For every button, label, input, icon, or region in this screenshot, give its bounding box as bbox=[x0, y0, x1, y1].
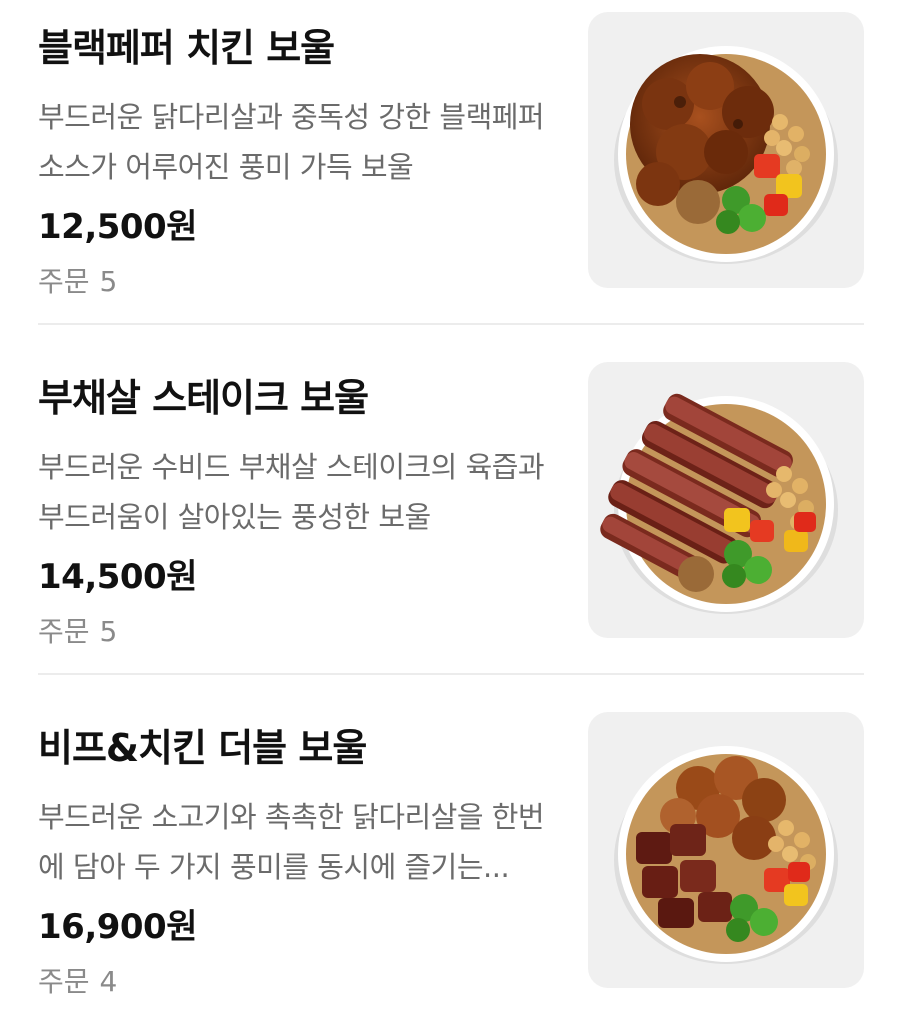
chicken-bowl-image[interactable] bbox=[588, 12, 864, 288]
menu-item-beef-chicken-double-bowl[interactable]: 비프&치킨 더블 보울 부드러운 소고기와 촉촉한 닭다리살을 한번에 담아 두… bbox=[0, 700, 900, 1000]
menu-item-text: 비프&치킨 더블 보울 부드러운 소고기와 촉촉한 닭다리살을 한번에 담아 두… bbox=[38, 720, 548, 1004]
menu-item-title: 부채살 스테이크 보울 bbox=[38, 376, 369, 420]
orders-count: 5 bbox=[99, 265, 118, 298]
steak-bowl-image[interactable] bbox=[588, 362, 864, 638]
menu-item-orders: 주문 5 bbox=[38, 610, 548, 654]
menu-item-price: 12,500원 bbox=[38, 207, 197, 247]
menu-item-description: 부드러운 수비드 부채살 스테이크의 육즙과 부드러움이 살아있는 풍성한 보울 bbox=[38, 450, 545, 534]
orders-label: 주문 bbox=[38, 965, 90, 998]
menu-item-flat-iron-steak-bowl[interactable]: 부채살 스테이크 보울 부드러운 수비드 부채살 스테이크의 육즙과 부드러움이… bbox=[0, 350, 900, 650]
menu-item-description: 부드러운 닭다리살과 중독성 강한 블랙페퍼 소스가 어루어진 풍미 가득 보울 bbox=[38, 100, 545, 184]
beef-chicken-bowl-image[interactable] bbox=[588, 712, 864, 988]
menu-item-black-pepper-chicken-bowl[interactable]: 블랙페퍼 치킨 보울 부드러운 닭다리살과 중독성 강한 블랙페퍼 소스가 어루… bbox=[0, 0, 900, 300]
menu-item-orders: 주문 4 bbox=[38, 960, 548, 1004]
menu-item-title: 블랙페퍼 치킨 보울 bbox=[38, 26, 335, 70]
menu-item-price: 14,500원 bbox=[38, 557, 197, 597]
menu-item-price: 16,900원 bbox=[38, 907, 197, 947]
orders-count: 4 bbox=[99, 965, 118, 998]
orders-label: 주문 bbox=[38, 265, 90, 298]
menu-item-text: 부채살 스테이크 보울 부드러운 수비드 부채살 스테이크의 육즙과 부드러움이… bbox=[38, 370, 548, 654]
orders-label: 주문 bbox=[38, 615, 90, 648]
divider bbox=[38, 673, 864, 675]
menu-item-text: 블랙페퍼 치킨 보울 부드러운 닭다리살과 중독성 강한 블랙페퍼 소스가 어루… bbox=[38, 20, 548, 304]
menu-item-title: 비프&치킨 더블 보울 bbox=[38, 726, 367, 770]
divider bbox=[38, 323, 864, 325]
orders-count: 5 bbox=[99, 615, 118, 648]
menu-item-orders: 주문 5 bbox=[38, 260, 548, 304]
menu-item-description: 부드러운 소고기와 촉촉한 닭다리살을 한번에 담아 두 가지 풍미를 동시에 … bbox=[38, 800, 545, 884]
